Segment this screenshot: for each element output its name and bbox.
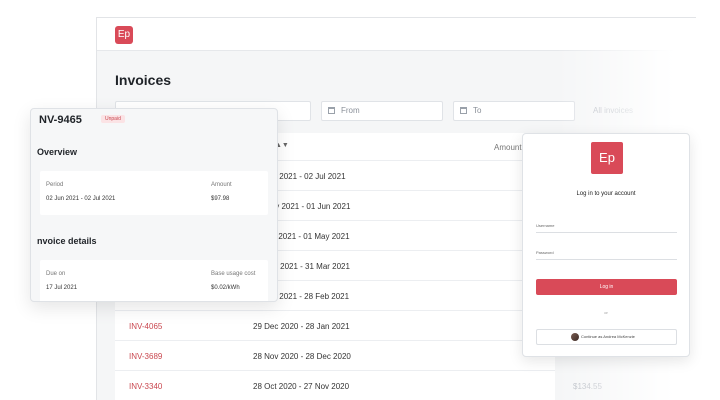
invoice-details-heading: nvoice details [37,236,97,246]
invoice-period: 28 Oct 2020 - 27 Nov 2020 [253,382,350,391]
date-from-placeholder: From [341,106,360,115]
app-logo[interactable]: Ep [115,26,133,44]
invoice-link[interactable]: INV-3340 [129,382,162,391]
invoice-period: 28 Nov 2020 - 28 Dec 2020 [253,352,351,361]
invoice-period: 29 Dec 2020 - 28 Jan 2021 [253,322,350,331]
login-button[interactable]: Log in [536,279,677,295]
login-card: Ep Log in to your account Username Passw… [522,133,690,357]
date-to-input[interactable]: To [453,101,575,121]
invoice-link[interactable]: INV-4065 [129,322,162,331]
status-filter-select[interactable]: All invoices [593,106,633,115]
login-title: Log in to your account [576,191,636,197]
base-cost-value: $0.02/kWh [211,285,240,291]
table-row[interactable]: INV-3340 28 Oct 2020 - 27 Nov 2020 $134.… [115,371,602,400]
amount-label: Amount [211,182,232,188]
amount-value: $97.98 [211,196,230,202]
due-value: 17 Jul 2021 [46,285,78,291]
details-box: Due on 17 Jul 2021 Base usage cost $0.02… [40,260,268,301]
amount-column-header[interactable]: Amount [494,143,522,152]
date-to-placeholder: To [473,106,482,115]
date-from-input[interactable]: From [321,101,443,121]
continue-as-user-button[interactable]: Continue as Andrea McKenzie [536,329,677,345]
page-title: Invoices [115,72,172,88]
table-row[interactable]: INV-3689 28 Nov 2020 - 28 Dec 2020 [115,341,555,371]
username-label: Username [536,223,555,228]
status-badge: Unpaid [101,115,125,123]
username-input[interactable] [536,232,677,233]
invoice-link[interactable]: INV-3689 [129,352,162,361]
password-label: Password [536,250,554,255]
detail-header: NV-9465 Unpaid [31,109,277,129]
continue-button-label: Continue as Andrea McKenzie [581,334,635,339]
period-value: 02 Jun 2021 - 02 Jul 2021 [46,196,116,202]
calendar-icon [460,107,467,114]
period-label: Period [46,182,64,188]
password-input[interactable] [536,259,677,260]
overview-box: Period 02 Jun 2021 - 02 Jul 2021 Amount … [40,171,268,215]
or-divider: or [604,310,608,315]
invoice-id: NV-9465 [39,114,82,126]
avatar [571,333,579,341]
due-label: Due on [46,271,66,277]
login-logo: Ep [591,142,623,174]
invoice-detail-card: NV-9465 Unpaid Overview Period 02 Jun 20… [30,108,278,302]
table-row[interactable]: INV-4065 29 Dec 2020 - 28 Jan 2021 [115,311,555,341]
calendar-icon [328,107,335,114]
top-bar: Ep [97,18,696,51]
invoice-amount: $134.55 [573,382,602,391]
base-cost-label: Base usage cost [211,271,256,277]
overview-heading: Overview [37,147,78,157]
